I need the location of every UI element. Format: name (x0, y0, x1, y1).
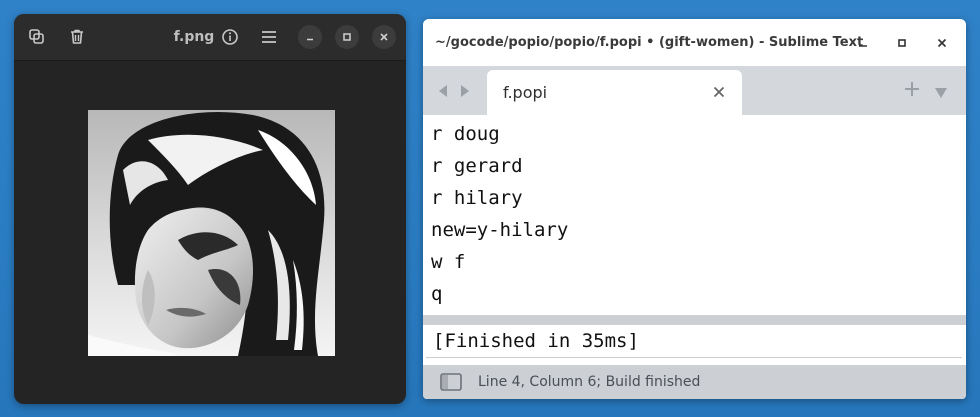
status-text: Line 4, Column 6; Build finished (478, 374, 701, 390)
tab-back-arrow-icon[interactable] (437, 83, 449, 102)
tab-label: f.popi (503, 83, 548, 102)
tab-bar: f.popi (423, 66, 966, 115)
new-tab-plus-icon[interactable] (904, 81, 920, 101)
build-output-text: [Finished in 35ms] (433, 330, 639, 352)
tab-forward-arrow-icon[interactable] (459, 83, 471, 102)
minimize-icon[interactable] (298, 25, 322, 49)
sublime-text-window: ~/gocode/popio/popio/f.popi • (gift-wome… (423, 19, 966, 399)
code-line: w f (431, 251, 466, 273)
info-icon[interactable] (217, 24, 243, 50)
image-viewer-window: f.png (14, 14, 406, 404)
maximize-icon[interactable] (891, 32, 913, 54)
close-icon[interactable] (931, 32, 953, 54)
build-output-panel[interactable]: [Finished in 35ms] (426, 325, 962, 358)
window-title: ~/gocode/popio/popio/f.popi • (gift-wome… (435, 35, 864, 50)
close-icon[interactable] (372, 25, 396, 49)
hamburger-menu-icon[interactable] (256, 24, 282, 50)
sublime-titlebar: ~/gocode/popio/popio/f.popi • (gift-wome… (423, 19, 966, 66)
editor-area[interactable]: r doug r gerard r hilary new=y-hilary w … (423, 115, 966, 315)
copy-icon[interactable] (24, 24, 50, 50)
code-line: r gerard (431, 155, 523, 177)
maximize-icon[interactable] (335, 25, 359, 49)
displayed-image (88, 110, 335, 356)
code-line: new=y-hilary (431, 219, 569, 241)
trash-icon[interactable] (64, 24, 90, 50)
tab-dropdown-icon[interactable] (934, 84, 948, 103)
code-line: r doug (431, 123, 500, 145)
panel-separator (423, 315, 966, 325)
tab-close-icon[interactable] (710, 83, 728, 101)
sidebar-toggle-icon[interactable] (440, 373, 462, 395)
image-viewer-header: f.png (14, 14, 406, 61)
status-bar: Line 4, Column 6; Build finished (423, 365, 966, 399)
minimize-icon[interactable] (852, 32, 874, 54)
tab-f-popi[interactable]: f.popi (487, 70, 742, 115)
code-line: r hilary (431, 187, 523, 209)
code-line: q (431, 283, 443, 305)
